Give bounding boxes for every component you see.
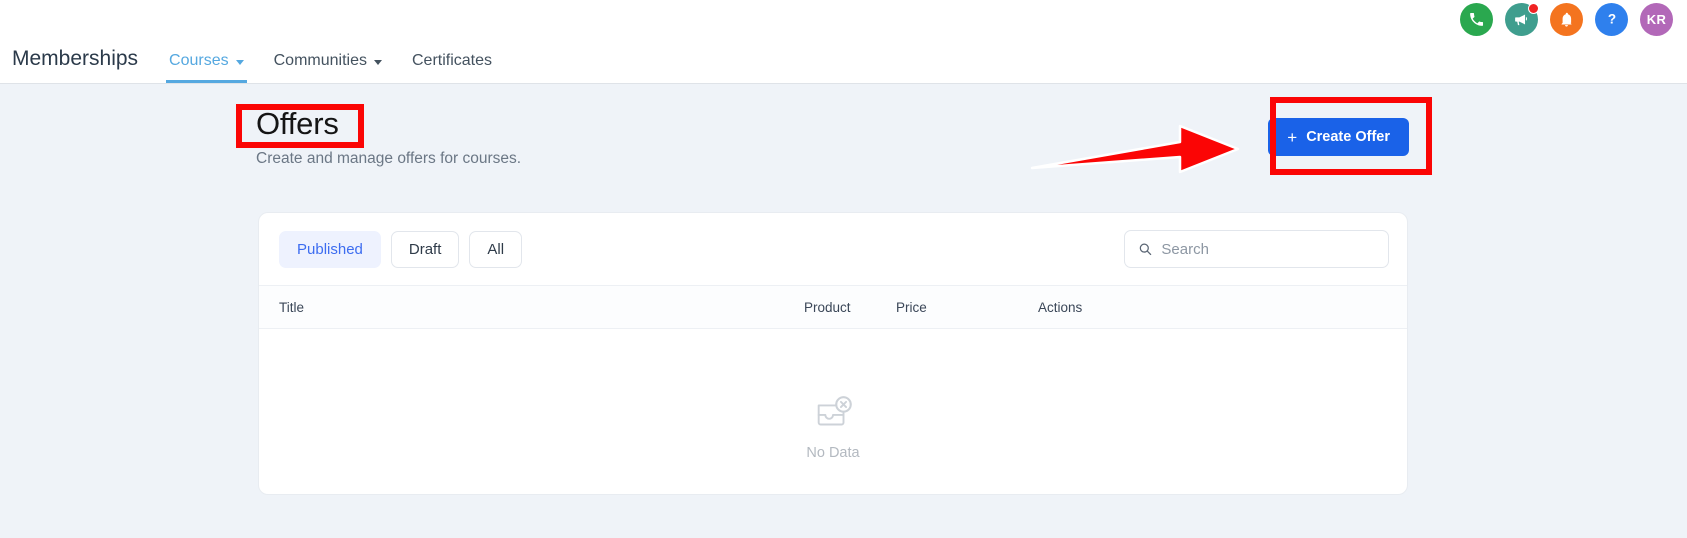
nav-item-courses-label: Courses: [169, 52, 229, 69]
annotation-arrow: [1030, 124, 1240, 174]
filter-published[interactable]: Published: [279, 230, 381, 268]
table-header-row: Title Product Price Actions: [259, 285, 1407, 329]
column-header-price: Price: [896, 299, 927, 315]
avatar[interactable]: KR: [1640, 2, 1673, 36]
offers-card: Published Draft All Title Product Price …: [258, 212, 1408, 495]
notification-badge-dot: [1528, 2, 1539, 14]
filter-group: Published Draft All: [279, 230, 523, 268]
megaphone-icon[interactable]: [1505, 2, 1539, 36]
topbar-icon-group: ? KR: [1460, 0, 1673, 38]
top-bar: ? KR Memberships Courses Communities Cer…: [0, 0, 1687, 84]
main-nav: Memberships Courses Communities Certific…: [0, 37, 507, 83]
help-icon[interactable]: ?: [1595, 2, 1628, 36]
column-header-actions: Actions: [1038, 299, 1083, 315]
nav-item-communities[interactable]: Communities: [259, 52, 397, 83]
filter-draft[interactable]: Draft: [390, 230, 460, 268]
filter-published-label: Published: [297, 240, 363, 258]
empty-state: No Data: [259, 329, 1407, 494]
empty-state-label: No Data: [806, 445, 860, 461]
nav-item-courses[interactable]: Courses: [154, 52, 259, 83]
svg-text:?: ?: [1607, 12, 1615, 27]
search-input[interactable]: [1161, 240, 1375, 258]
annotation-highlight-create-button: [1270, 97, 1432, 175]
search-box[interactable]: [1124, 230, 1389, 268]
nav-item-certificates-label: Certificates: [411, 52, 493, 69]
nav-item-communities-label: Communities: [273, 52, 367, 69]
brand-title: Memberships: [12, 47, 139, 70]
chevron-down-icon: [235, 59, 244, 65]
nav-item-certificates[interactable]: Certificates: [397, 52, 507, 83]
filter-all[interactable]: All: [469, 230, 523, 268]
chevron-down-icon: [373, 59, 382, 65]
phone-icon[interactable]: [1460, 2, 1493, 36]
annotation-highlight-title: [236, 104, 364, 148]
search-icon: [1139, 243, 1152, 256]
bell-icon[interactable]: [1550, 2, 1583, 36]
column-header-product: Product: [804, 299, 851, 315]
page-subtitle: Create and manage offers for courses.: [256, 149, 522, 167]
filter-all-label: All: [487, 240, 505, 258]
card-toolbar: Published Draft All: [259, 213, 1407, 285]
filter-draft-label: Draft: [408, 240, 442, 258]
column-header-title: Title: [279, 299, 305, 315]
avatar-initials: KR: [1646, 11, 1667, 27]
no-data-inbox-icon: [817, 396, 852, 426]
